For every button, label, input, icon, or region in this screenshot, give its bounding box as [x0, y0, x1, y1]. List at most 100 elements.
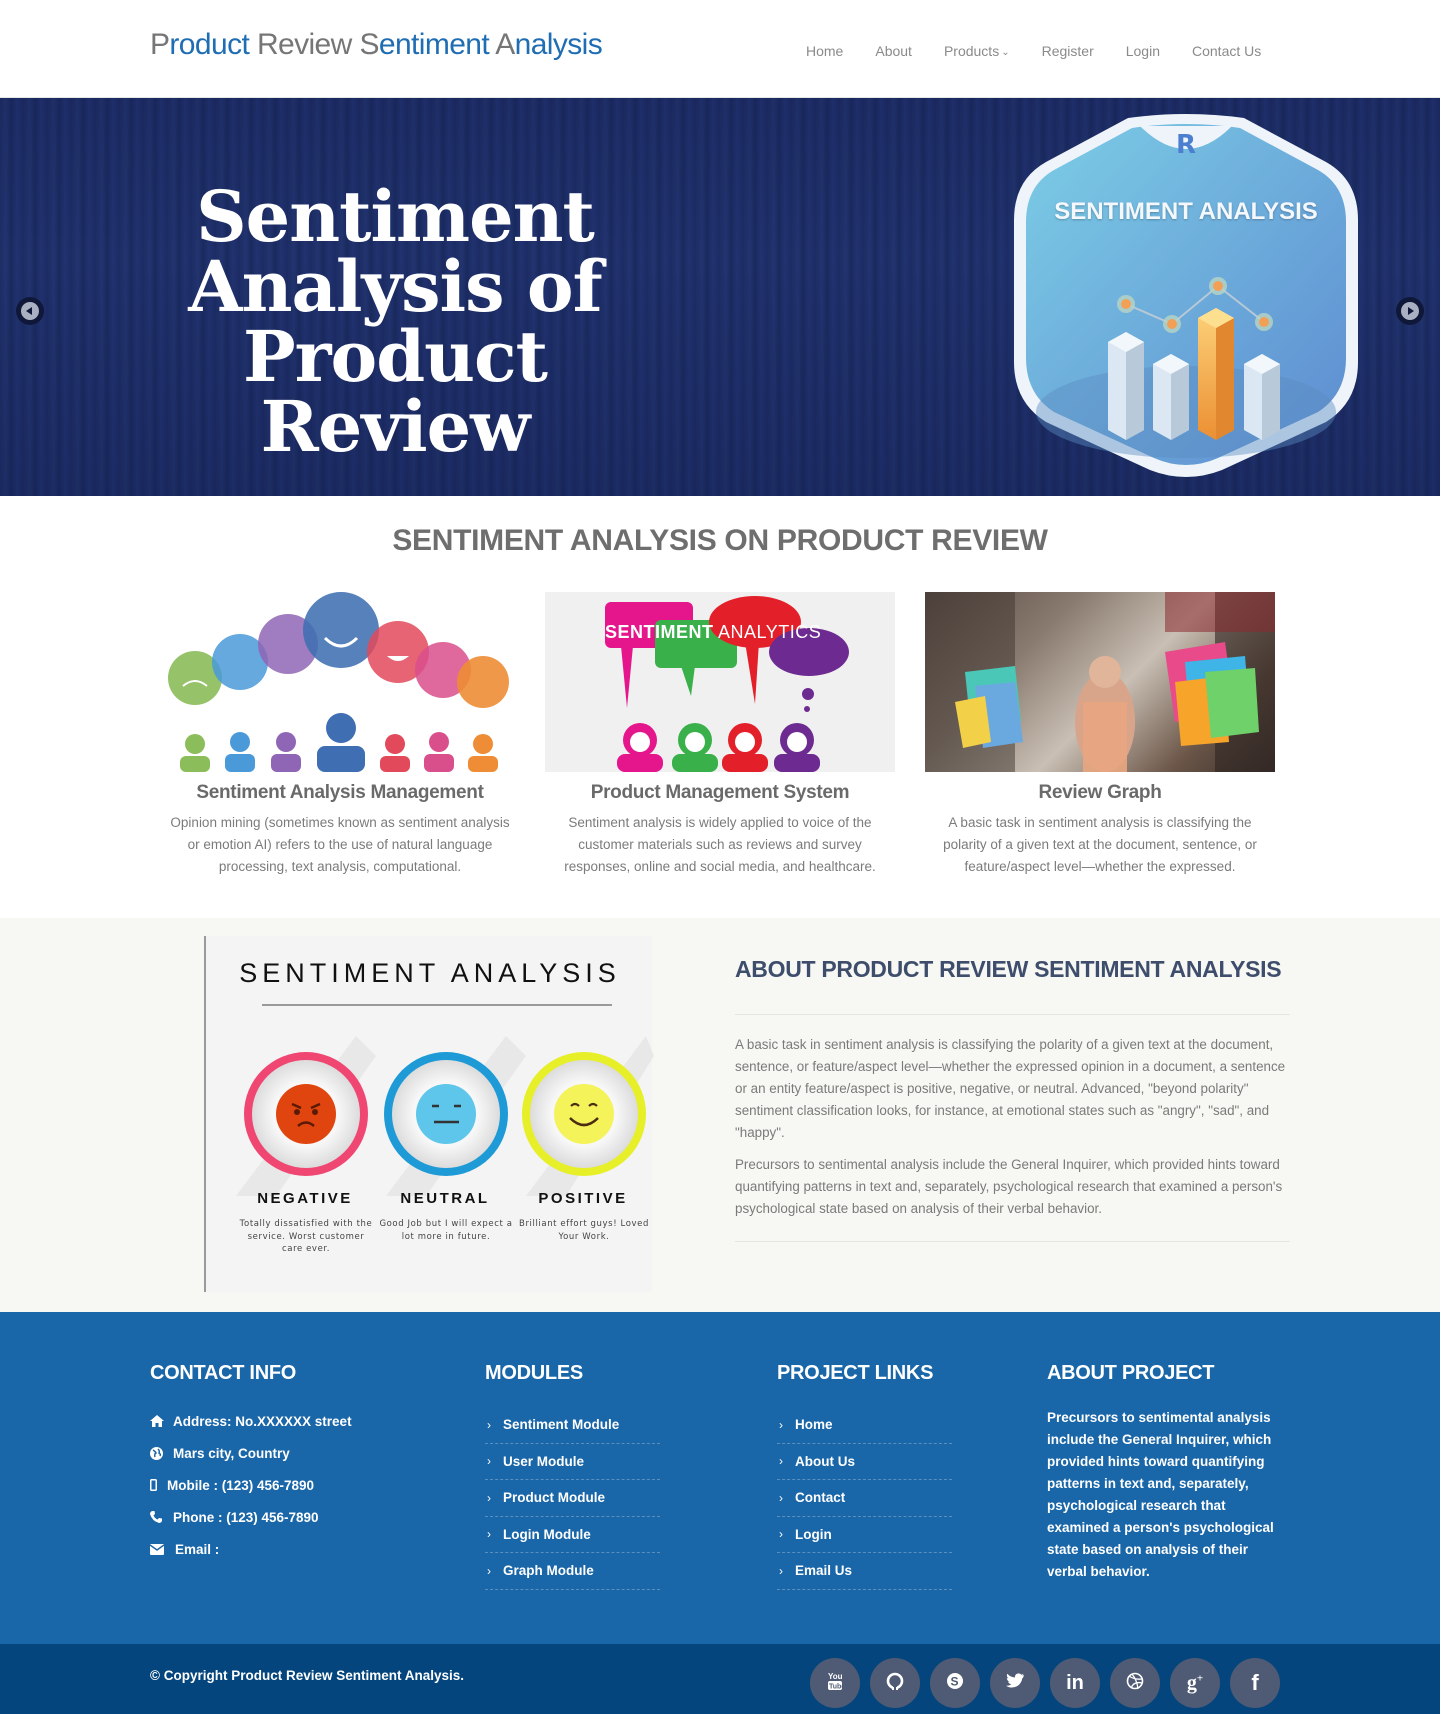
sentiment-infographic: SENTIMENT ANALYSIS NEGATIVE Totally diss…: [204, 936, 654, 1292]
nav-home[interactable]: Home: [790, 40, 859, 62]
contact-row: Address: No.XXXXXX street: [150, 1405, 352, 1437]
footer-link-login[interactable]: › Login: [777, 1517, 952, 1553]
link-label: Sentiment Module: [503, 1417, 620, 1433]
infographic-title: SENTIMENT ANALYSIS: [239, 958, 621, 988]
card-title: Product Management System: [590, 782, 850, 803]
chevron-right-icon: ›: [779, 1563, 783, 1578]
card-title: Review Graph: [1038, 782, 1162, 803]
features-title: SENTIMENT ANALYSIS ON PRODUCT REVIEW: [392, 524, 1048, 557]
twitter-icon: [1006, 1673, 1024, 1693]
social-github[interactable]: [870, 1658, 920, 1708]
svg-text:S: S: [951, 1674, 959, 1688]
footer-link-home[interactable]: › Home: [777, 1407, 952, 1444]
social-youtube[interactable]: You Tube: [810, 1658, 860, 1708]
social-linkedin[interactable]: in: [1050, 1658, 1100, 1708]
linkedin-icon: in: [1066, 1671, 1084, 1694]
hero-title: Sentiment Analysis of Product Review: [100, 182, 690, 462]
speech-bubbles-image: [165, 592, 515, 772]
footer-link-about-us[interactable]: › About Us: [777, 1444, 952, 1480]
hero-title-line: Sentiment: [196, 175, 595, 258]
neutral-face-icon: [384, 1036, 526, 1196]
negative-text: Totally dissatisfied with the service. W…: [239, 1219, 373, 1254]
site-footer: CONTACT INFO Address: No.XXXXXX street M…: [0, 1312, 1440, 1644]
chevron-right-icon: ›: [487, 1454, 491, 1469]
footer-heading: CONTACT INFO: [150, 1362, 297, 1384]
feature-card: SENTIMENT ANALYTICS Product Management S…: [545, 592, 895, 878]
footer-link-email-us[interactable]: › Email Us: [777, 1553, 952, 1590]
image-caption: SENTIMENT ANALYTICS: [605, 622, 821, 643]
svg-text:Tube: Tube: [829, 1683, 842, 1690]
site-logo[interactable]: Product Review Sentiment Analysis: [150, 28, 603, 62]
card-description: A basic task in sentiment analysis is cl…: [943, 815, 1257, 874]
youtube-icon: You Tube: [828, 1671, 845, 1696]
contact-text: Phone : (123) 456-7890: [173, 1509, 319, 1525]
link-label: About Us: [795, 1453, 855, 1469]
link-label: Login: [795, 1526, 832, 1542]
social-dribbble[interactable]: [1110, 1658, 1160, 1708]
footer-bottom-bar: © Copyright Product Review Sentiment Ana…: [0, 1644, 1440, 1714]
shopping-photo-image: [925, 592, 1275, 772]
footer-project-links: PROJECT LINKS › Home › About Us › Contact ›…: [777, 1362, 952, 1590]
image-caption-bold: SENTIMENT: [605, 622, 714, 642]
footer-about-project: ABOUT PROJECT Precursors to sentimental …: [1047, 1362, 1287, 1583]
positive-label: POSITIVE: [538, 1190, 628, 1207]
mobile-icon: [150, 1479, 164, 1491]
social-skype[interactable]: S: [930, 1658, 980, 1708]
bar-4: [1244, 354, 1280, 440]
about-heading: ABOUT PRODUCT REVIEW SENTIMENT ANALYSIS: [735, 956, 1282, 982]
neutral-label: NEUTRAL: [400, 1190, 490, 1207]
globe-icon: [150, 1446, 170, 1460]
contact-row: Email :: [150, 1533, 352, 1565]
slider-next-button[interactable]: [1396, 297, 1424, 325]
neutral-text: Good Job but I will expect a lot more in…: [379, 1219, 513, 1242]
social-twitter[interactable]: [990, 1658, 1040, 1708]
social-google-plus[interactable]: g+: [1170, 1658, 1220, 1708]
divider: [735, 1241, 1290, 1242]
footer-link-sentiment-module[interactable]: › Sentiment Module: [485, 1407, 660, 1444]
contact-row: Phone : (123) 456-7890: [150, 1501, 352, 1533]
social-facebook[interactable]: f: [1230, 1658, 1280, 1708]
nav-register[interactable]: Register: [1026, 40, 1110, 62]
site-header: Product Review Sentiment Analysis Home A…: [0, 0, 1440, 98]
logo-part: roduct: [169, 28, 257, 61]
dribbble-icon: [1126, 1672, 1144, 1695]
logo-part: nalysis: [514, 28, 603, 61]
contact-list: Address: No.XXXXXX street Mars city, Cou…: [150, 1405, 352, 1565]
about-paragraph: A basic task in sentiment analysis is cl…: [735, 1037, 1286, 1140]
about-section: SENTIMENT ANALYSIS NEGATIVE Totally diss…: [0, 918, 1440, 1312]
contact-text: Email :: [175, 1541, 220, 1557]
chevron-right-icon: ›: [487, 1563, 491, 1578]
link-label: Graph Module: [503, 1563, 594, 1579]
footer-link-graph-module[interactable]: › Graph Module: [485, 1553, 660, 1590]
nav-products[interactable]: Products ⌄: [928, 40, 1026, 62]
sentiment-analytics-image: SENTIMENT ANALYTICS: [545, 592, 895, 772]
nav-about[interactable]: About: [859, 40, 928, 62]
footer-link-product-module[interactable]: › Product Module: [485, 1480, 660, 1517]
github-icon: [886, 1672, 904, 1695]
r-logo-icon: R: [1175, 130, 1197, 160]
footer-link-contact[interactable]: › Contact: [777, 1480, 952, 1517]
feature-card: Review Graph A basic task in sentiment a…: [925, 592, 1275, 878]
hero-title-line: Analysis of: [188, 245, 602, 328]
feature-card: Sentiment Analysis Management Opinion mi…: [165, 592, 515, 878]
footer-heading: ABOUT PROJECT: [1047, 1362, 1215, 1384]
google-plus-icon: g+: [1186, 1671, 1204, 1694]
footer-link-login-module[interactable]: › Login Module: [485, 1517, 660, 1553]
about-paragraph: Precursors to sentimental analysis inclu…: [735, 1157, 1283, 1216]
slider-prev-button[interactable]: [16, 297, 44, 325]
nav-login[interactable]: Login: [1110, 40, 1176, 62]
copyright-text: © Copyright Product Review Sentiment Ana…: [150, 1668, 465, 1683]
footer-link-user-module[interactable]: › User Module: [485, 1444, 660, 1480]
link-label: Product Module: [503, 1490, 605, 1506]
svg-text:You: You: [828, 1672, 842, 1681]
badge-graphic: [1014, 114, 1358, 477]
divider: [735, 1014, 1290, 1015]
chevron-right-icon: [1401, 302, 1419, 320]
chevron-right-icon: ›: [487, 1417, 491, 1432]
chevron-right-icon: ›: [779, 1527, 783, 1542]
hero-title-line: Product Review: [242, 315, 548, 468]
link-label: Login Module: [503, 1526, 591, 1542]
contact-text: Address: No.XXXXXX street: [173, 1413, 352, 1429]
nav-contact-us[interactable]: Contact Us: [1176, 40, 1277, 62]
footer-heading: PROJECT LINKS: [777, 1362, 934, 1384]
